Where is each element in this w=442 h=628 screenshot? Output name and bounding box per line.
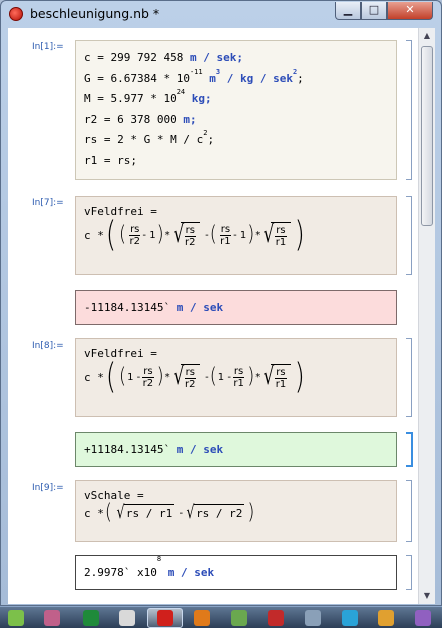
maximize-icon: □ <box>368 3 380 16</box>
scroll-thumb[interactable] <box>421 46 433 226</box>
r2-definition: r2 = 6 378 000 <box>84 112 177 126</box>
formula-lead-8: c * <box>84 370 104 384</box>
notebook-content[interactable]: In[1]:= c = 299 792 458 m / sek; G = 6.6… <box>8 28 418 604</box>
input-cell-9[interactable]: vSchale = c * ( √ rs / r1 - √ rs / r2 ) <box>75 480 397 542</box>
line-r1: r1 = rs; <box>84 151 388 172</box>
maximize-button[interactable]: □ <box>361 2 387 20</box>
rs-definition: rs = 2 * G * M / c <box>84 133 204 146</box>
output-unit-7: m / sek <box>176 301 224 314</box>
g-unit-m: m <box>209 71 216 85</box>
formula-lead-7: c * <box>84 228 104 242</box>
output-cell-7[interactable]: -11184.13145` m / sek <box>75 290 397 325</box>
m-unit: kg; <box>191 92 212 105</box>
output-value-8: +11184.13145` <box>84 443 171 456</box>
line-r2: r2 = 6 378 000 m; <box>84 110 388 131</box>
title-bar[interactable]: beschleunigung.nb * ▁ □ ✕ <box>1 1 441 27</box>
cell-bracket-7[interactable] <box>406 196 412 275</box>
close-button[interactable]: ✕ <box>387 2 433 20</box>
window-title: beschleunigung.nb * <box>30 6 160 21</box>
input-label-9: In[9]:= <box>32 483 64 493</box>
vertical-scrollbar[interactable]: ▲ ▼ <box>418 28 435 604</box>
r1-definition: r1 = rs; <box>84 153 137 167</box>
g-exponent: -11 <box>189 67 203 76</box>
g-definition: G = 6.67384 * 10 <box>84 71 190 85</box>
puzzle-icon[interactable] <box>231 610 247 626</box>
mathematica-logo-icon <box>9 7 23 21</box>
minimize-icon: ▁ <box>343 3 353 16</box>
mathematica-icon[interactable] <box>157 610 173 626</box>
radicand-2: rs / r2 <box>194 504 245 522</box>
cell-bracket-9[interactable] <box>406 480 412 542</box>
monitor-icon[interactable] <box>415 610 431 626</box>
cell-bracket-8[interactable] <box>406 338 412 417</box>
line-g: G = 6.67384 * 10-11 m3 / kg / sek2; <box>84 67 388 90</box>
g-end: ; <box>297 71 304 85</box>
input-cell-7[interactable]: vFeldfrei = c * (( rs r2 - 1 ) * √ rs r2 - … <box>75 196 397 275</box>
vfeldfrei-name-8: vFeldfrei = <box>84 347 157 360</box>
g-m-exponent: 3 <box>215 67 221 76</box>
output-unit-9: m / sek <box>167 566 215 579</box>
cell-bracket-1[interactable] <box>406 40 412 180</box>
cell-bracket-9-out[interactable] <box>406 555 412 590</box>
output-value-7: -11184.13145` <box>84 301 171 314</box>
m-exponent: 24 <box>176 88 186 96</box>
formula-lead-9: c * <box>84 506 104 520</box>
output-mantissa-9: 2.9978` x10 <box>84 566 157 579</box>
m-definition: M = 5.977 * 10 <box>84 92 177 105</box>
line-m: M = 5.977 * 1024 kg; <box>84 89 388 110</box>
scroll-up-icon[interactable]: ▲ <box>420 29 434 43</box>
minimize-button[interactable]: ▁ <box>335 2 361 20</box>
matlab-icon[interactable] <box>194 610 210 626</box>
input-label-8: In[8]:= <box>32 341 64 351</box>
vfeldfrei-name-7: vFeldfrei = <box>84 205 157 218</box>
close-icon: ✕ <box>405 3 415 16</box>
line-c: c = 299 792 458 m / sek; <box>84 48 388 69</box>
input-label-7: In[7]:= <box>32 198 64 208</box>
input-label-1: In[1]:= <box>32 42 64 52</box>
output-unit-8: m / sek <box>176 443 224 456</box>
c-unit: m / sek; <box>189 51 243 64</box>
line-rs: rs = 2 * G * M / c2; <box>84 130 388 151</box>
formula-9: c * ( √ rs / r1 - √ rs / r2 ) <box>84 499 255 525</box>
cell-bracket-8-out[interactable] <box>406 432 413 467</box>
r2-unit: m; <box>183 112 197 126</box>
rs-end: ; <box>207 133 215 146</box>
formula-7: c * (( rs r2 - 1 ) * √ rs r2 - ( rs r1 - 1 )… <box>84 214 305 256</box>
input-cell-1[interactable]: c = 299 792 458 m / sek; G = 6.67384 * 1… <box>75 40 397 180</box>
notebook-window: beschleunigung.nb * ▁ □ ✕ In[1]:= c = 29… <box>0 0 442 606</box>
flask-icon[interactable] <box>44 610 60 626</box>
network-icon[interactable] <box>305 610 321 626</box>
input-cell-8[interactable]: vFeldfrei = c * (( 1 - rs r2 ) * √ rs r2 - … <box>75 338 397 417</box>
globe-icon[interactable] <box>378 610 394 626</box>
taskbar <box>0 606 442 628</box>
triangle-app-icon[interactable] <box>342 610 358 626</box>
tool-icon[interactable] <box>268 610 284 626</box>
output-exponent-9: 8 <box>156 555 162 563</box>
output-cell-8[interactable]: +11184.13145` m / sek <box>75 432 397 467</box>
calculator-icon[interactable] <box>119 610 135 626</box>
scroll-down-icon[interactable]: ▼ <box>420 589 434 603</box>
radicand-1: rs / r1 <box>123 504 175 522</box>
output-cell-9[interactable]: 2.9978` x10 8 m / sek <box>75 555 397 590</box>
play-icon[interactable] <box>8 610 24 626</box>
g-unit-rest: / kg / sek <box>226 71 293 85</box>
c-definition: c = 299 792 458 <box>84 51 184 64</box>
excel-icon[interactable] <box>83 610 99 626</box>
formula-8: c * (( 1 - rs r2 ) * √ rs r2 - ( 1 - rs r1 )… <box>84 356 305 398</box>
vschale-name: vSchale = <box>84 489 144 502</box>
